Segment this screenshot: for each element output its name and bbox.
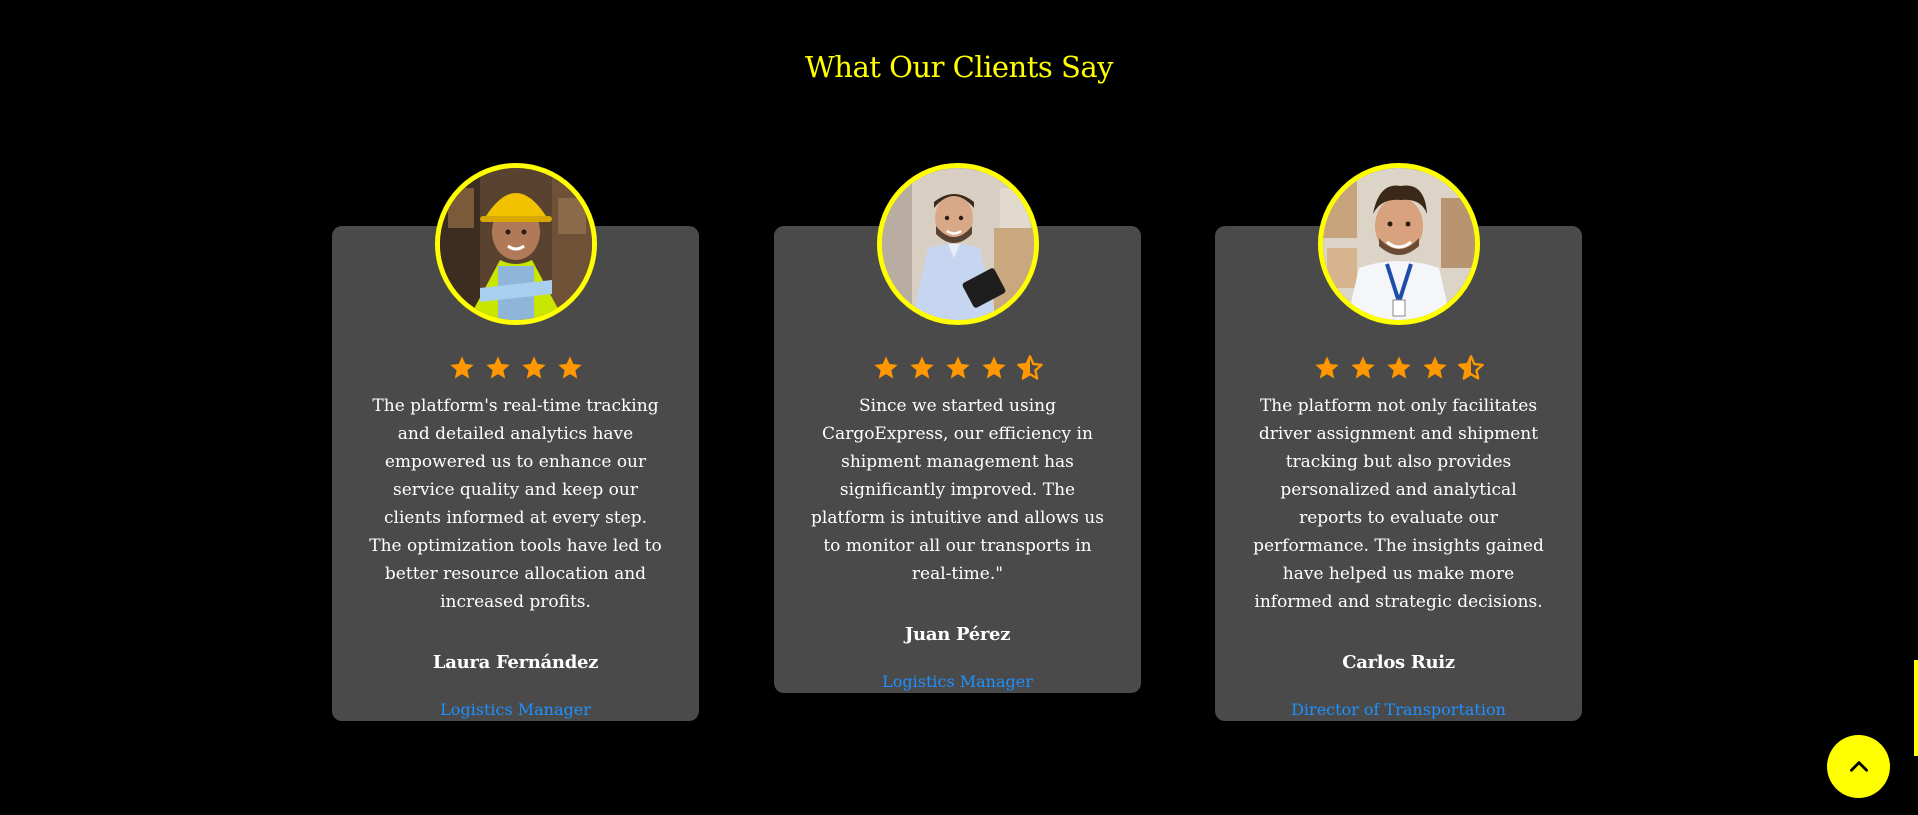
client-name: Carlos Ruiz — [1342, 652, 1455, 673]
star-half-icon — [1016, 354, 1044, 382]
star-full-icon — [556, 354, 584, 382]
star-full-icon — [980, 354, 1008, 382]
client-name: Juan Pérez — [904, 624, 1011, 645]
scroll-to-top-button[interactable] — [1827, 735, 1890, 798]
star-full-icon — [908, 354, 936, 382]
star-half-icon — [1457, 354, 1485, 382]
star-full-icon — [484, 354, 512, 382]
star-full-icon — [448, 354, 476, 382]
chevron-up-icon — [1846, 754, 1872, 780]
rating-stars — [808, 354, 1107, 382]
man-clipboard-avatar — [876, 163, 1039, 325]
rating-stars — [1249, 354, 1548, 382]
testimonial-quote: The platform's real-time tracking and de… — [369, 396, 662, 612]
star-full-icon — [944, 354, 972, 382]
star-full-icon — [872, 354, 900, 382]
scrollbar-thumb[interactable] — [1914, 660, 1918, 756]
star-full-icon — [1421, 354, 1449, 382]
testimonial-quote: Since we started using CargoExpress, our… — [811, 396, 1104, 584]
star-full-icon — [1385, 354, 1413, 382]
testimonial-card: The platform's real-time tracking and de… — [332, 163, 699, 721]
star-full-icon — [1313, 354, 1341, 382]
star-full-icon — [1349, 354, 1377, 382]
client-name: Laura Fernández — [432, 652, 599, 673]
rating-stars — [366, 354, 665, 382]
client-role: Director of Transportation — [1291, 700, 1506, 719]
woman-hard-hat-avatar — [434, 163, 597, 325]
section-title: What Our Clients Say — [804, 50, 1114, 84]
client-role: Logistics Manager — [882, 672, 1033, 691]
man-lanyard-avatar — [1317, 163, 1480, 325]
testimonial-card: The platform not only facilitates driver… — [1215, 163, 1582, 721]
testimonial-card: Since we started using CargoExpress, our… — [774, 163, 1141, 693]
star-full-icon — [520, 354, 548, 382]
testimonial-quote: The platform not only facilitates driver… — [1253, 396, 1544, 612]
client-role: Logistics Manager — [440, 700, 591, 719]
